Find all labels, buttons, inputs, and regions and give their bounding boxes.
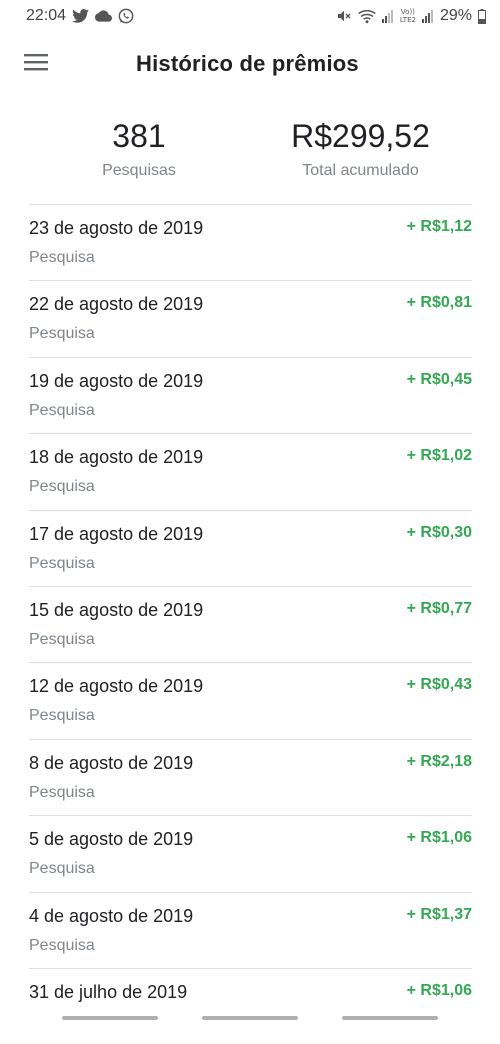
item-date: 23 de agosto de 2019 bbox=[29, 218, 204, 238]
item-amount: + R$1,12 bbox=[406, 218, 472, 235]
battery-icon bbox=[478, 8, 486, 24]
item-date: 19 de agosto de 2019 bbox=[29, 370, 204, 391]
item-type: Pesquisa bbox=[29, 630, 95, 648]
item-amount: + R$0,43 bbox=[406, 676, 472, 694]
status-bar-right: Vo)) LTE2 29% bbox=[336, 7, 486, 25]
app-bar: Histórico de prêmios bbox=[0, 36, 500, 92]
item-date: 5 de agosto de 2019 bbox=[29, 829, 194, 850]
count-stat: 381 Pesquisas bbox=[29, 114, 249, 194]
total-label: Total acumulado bbox=[302, 162, 419, 179]
list-item[interactable]: 15 de agosto de 2019 Pesquisa + R$0,77 bbox=[29, 585, 472, 662]
item-type: Pesquisa bbox=[29, 554, 95, 572]
item-type: Pesquisa bbox=[29, 401, 95, 419]
wifi-icon bbox=[358, 9, 376, 24]
item-date: 17 de agosto de 2019 bbox=[29, 523, 204, 544]
menu-icon bbox=[24, 53, 48, 76]
summary: 381 Pesquisas R$299,52 Total acumulado bbox=[29, 114, 472, 194]
item-type: Pesquisa bbox=[29, 707, 95, 725]
list-item[interactable]: 22 de agosto de 2019 Pesquisa + R$0,81 bbox=[29, 280, 472, 356]
list-item[interactable]: 12 de agosto de 2019 Pesquisa + R$0,43 bbox=[29, 662, 472, 738]
item-amount: + R$0,81 bbox=[406, 294, 472, 312]
list-item[interactable]: 18 de agosto de 2019 Pesquisa + R$1,02 bbox=[29, 433, 472, 509]
battery-level: 29% bbox=[439, 7, 472, 24]
item-date: 22 de agosto de 2019 bbox=[29, 294, 204, 315]
list-item[interactable]: 5 de agosto de 2019 Pesquisa + R$1,06 bbox=[29, 815, 472, 891]
list-item[interactable]: 23 de agosto de 2019 Pesquisa + R$1,12 bbox=[29, 204, 472, 280]
reward-history-list: 23 de agosto de 2019 Pesquisa + R$1,12 2… bbox=[29, 204, 472, 1044]
count-label: Pesquisas bbox=[102, 162, 176, 179]
item-amount: + R$1,06 bbox=[406, 829, 472, 847]
status-bar-left: 22:04 bbox=[26, 7, 134, 25]
item-date: 4 de agosto de 2019 bbox=[29, 905, 194, 926]
volte-icon: Vo)) LTE2 bbox=[400, 8, 416, 24]
signal-icon bbox=[381, 9, 394, 23]
cloud-icon bbox=[95, 10, 113, 22]
total-value: R$299,52 bbox=[291, 118, 430, 154]
mute-icon bbox=[336, 8, 352, 24]
menu-button[interactable] bbox=[16, 44, 56, 84]
status-bar: 22:04 Vo)) LTE2 29% bbox=[0, 0, 500, 32]
item-type: Pesquisa bbox=[29, 936, 95, 954]
list-item[interactable]: 17 de agosto de 2019 Pesquisa + R$0,30 bbox=[29, 509, 472, 586]
nav-home-button[interactable] bbox=[202, 1016, 298, 1020]
item-amount: + R$0,30 bbox=[406, 523, 472, 541]
whatsapp-icon bbox=[118, 8, 134, 24]
item-date: 15 de agosto de 2019 bbox=[29, 599, 204, 620]
item-date: 18 de agosto de 2019 bbox=[29, 447, 204, 468]
list-item[interactable]: 19 de agosto de 2019 Pesquisa + R$0,45 bbox=[29, 356, 472, 433]
item-date: 8 de agosto de 2019 bbox=[29, 752, 194, 773]
list-item[interactable]: 4 de agosto de 2019 Pesquisa + R$1,37 bbox=[29, 891, 472, 968]
nav-back-button[interactable] bbox=[342, 1016, 438, 1020]
item-type: Pesquisa bbox=[29, 860, 95, 878]
status-time: 22:04 bbox=[26, 7, 67, 24]
item-amount: + R$1,02 bbox=[406, 447, 472, 465]
twitter-icon bbox=[72, 9, 89, 23]
item-type: Pesquisa bbox=[29, 249, 95, 266]
item-type: Pesquisa bbox=[29, 783, 95, 801]
item-date: 12 de agosto de 2019 bbox=[29, 676, 204, 697]
item-type: Pesquisa bbox=[29, 478, 95, 496]
count-value: 381 bbox=[112, 118, 166, 154]
item-amount: + R$1,37 bbox=[406, 905, 472, 923]
volte-label-1: Vo)) bbox=[400, 8, 415, 16]
item-amount: + R$1,06 bbox=[406, 981, 472, 999]
list-item[interactable]: 8 de agosto de 2019 Pesquisa + R$2,18 bbox=[29, 738, 472, 815]
page-title: Histórico de prêmios bbox=[136, 51, 359, 76]
item-date: 31 de julho de 2019 bbox=[29, 981, 188, 1002]
system-nav-bar bbox=[0, 1012, 500, 1028]
item-amount: + R$0,45 bbox=[406, 370, 472, 388]
item-amount: + R$0,77 bbox=[406, 599, 472, 617]
nav-recents-button[interactable] bbox=[62, 1016, 158, 1020]
volte-label-2: LTE2 bbox=[399, 16, 416, 24]
list-item[interactable]: 31 de julho de 2019 + R$1,06 bbox=[29, 967, 472, 1044]
item-type: Pesquisa bbox=[29, 325, 95, 343]
total-stat: R$299,52 Total acumulado bbox=[249, 114, 472, 194]
signal-icon-2 bbox=[421, 9, 434, 23]
item-amount: + R$2,18 bbox=[406, 752, 472, 770]
